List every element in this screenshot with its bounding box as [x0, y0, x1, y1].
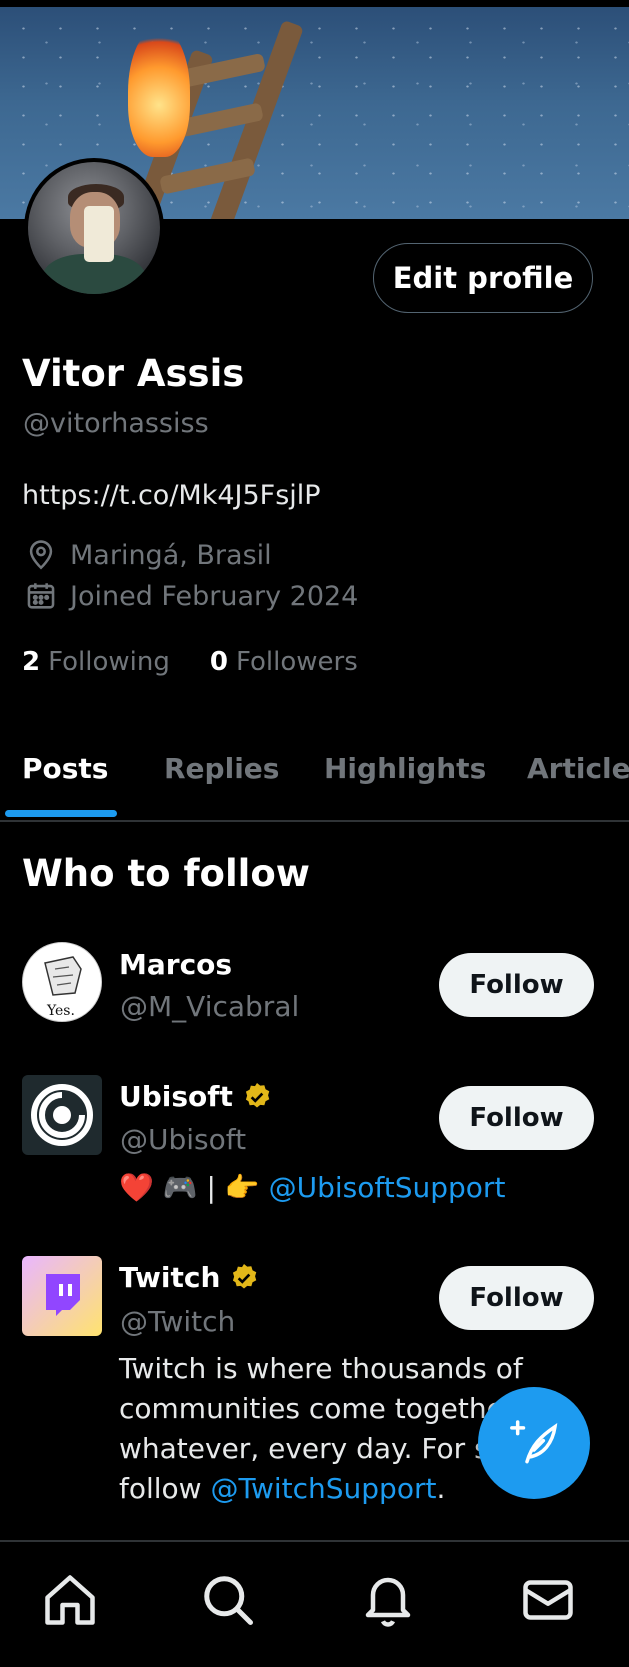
suggestion-name[interactable]: Twitch [119, 1261, 260, 1294]
marcos-avatar[interactable]: Yes. [22, 942, 102, 1022]
edit-profile-button[interactable]: Edit profile [373, 243, 593, 313]
compose-button[interactable] [478, 1387, 590, 1499]
tab-articles[interactable]: Articles [527, 752, 629, 785]
profile-handle: @vitorhassiss [23, 408, 209, 439]
messages-icon[interactable] [518, 1570, 578, 1630]
joined-row: Joined February 2024 [24, 579, 358, 613]
twitch-logo-icon [46, 1274, 80, 1316]
notifications-icon[interactable] [358, 1570, 418, 1630]
following-stat[interactable]: 2 Following [22, 647, 170, 677]
follow-stats: 2 Following 0 Followers [22, 647, 358, 677]
verified-icon [228, 1262, 260, 1294]
suggestion-name[interactable]: Ubisoft [119, 1080, 273, 1113]
suggestion-handle: @M_Vicabral [120, 990, 300, 1023]
compose-icon [510, 1420, 558, 1464]
location-icon [29, 540, 53, 570]
profile-avatar[interactable] [28, 162, 160, 294]
search-icon[interactable] [198, 1570, 258, 1630]
location-row: Maringá, Brasil [24, 538, 272, 572]
home-icon[interactable] [40, 1570, 100, 1630]
follow-button-marcos[interactable]: Follow [439, 953, 594, 1017]
bottom-navigation [0, 1542, 629, 1667]
joined-text: Joined February 2024 [70, 580, 359, 612]
profile-link[interactable]: https://t.co/Mk4J5FsjlP [22, 480, 321, 511]
suggestion-bio: ❤️ 🎮 | 👉 @UbisoftSupport [119, 1171, 506, 1204]
suggestion-handle: @Twitch [120, 1305, 236, 1338]
who-to-follow-title: Who to follow [22, 852, 310, 895]
ubisoft-avatar[interactable] [22, 1075, 102, 1155]
profile-name: Vitor Assis [22, 352, 245, 395]
location-text: Maringá, Brasil [70, 539, 272, 571]
tab-replies[interactable]: Replies [164, 752, 279, 785]
tab-highlights[interactable]: Highlights [324, 752, 486, 785]
follow-button-twitch[interactable]: Follow [439, 1266, 594, 1330]
suggestion-handle: @Ubisoft [120, 1123, 247, 1156]
sketch-avatar-icon: Yes. [44, 956, 82, 1019]
tabs-divider [0, 820, 629, 822]
followers-stat[interactable]: 0 Followers [210, 647, 358, 677]
follow-button-ubisoft[interactable]: Follow [439, 1086, 594, 1150]
ubisoft-logo-icon [31, 1084, 93, 1146]
verified-icon [241, 1081, 273, 1113]
suggestion-name[interactable]: Marcos [119, 948, 232, 981]
calendar-icon [27, 583, 55, 609]
mention-link[interactable]: @TwitchSupport [210, 1472, 436, 1505]
profile-tabs: Posts Replies Highlights Articles [0, 740, 629, 820]
suggestion-bio: Twitch is where thousands of communities… [119, 1352, 525, 1505]
active-tab-indicator [5, 810, 117, 817]
mention-link[interactable]: @UbisoftSupport [269, 1171, 506, 1204]
svg-text:Yes.: Yes. [46, 1003, 75, 1019]
twitch-avatar[interactable] [22, 1256, 102, 1336]
tab-posts[interactable]: Posts [22, 752, 108, 785]
